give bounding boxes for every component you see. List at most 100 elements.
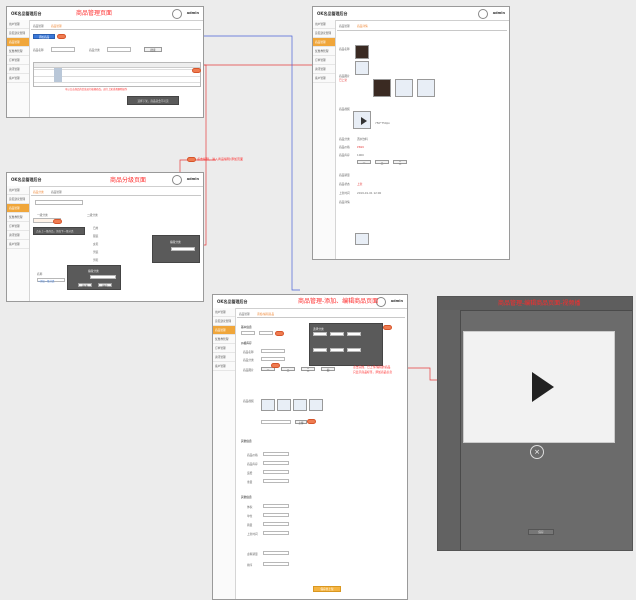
edit-category-popup: 编辑分类 [152, 235, 200, 263]
sidebar-item[interactable]: 优惠券管理 [7, 47, 29, 56]
sidebar-item[interactable]: 意见建议管理 [7, 29, 29, 38]
sidebar-item[interactable]: 优惠券管理 [7, 213, 29, 222]
sidebar-item[interactable]: 订单管理 [7, 222, 29, 231]
category-select-2[interactable] [259, 331, 273, 335]
sidebar-item[interactable]: 订单管理 [213, 344, 235, 353]
sidebar-item-active[interactable]: 商品管理 [7, 38, 29, 47]
image-placeholder-icon[interactable] [309, 399, 323, 411]
unit-input[interactable] [263, 513, 289, 517]
popup-name-input[interactable] [171, 247, 195, 251]
tag-button[interactable]: 二 [375, 160, 389, 165]
popup-option[interactable] [313, 348, 327, 352]
sidebar-item[interactable]: 客户管理 [7, 240, 29, 249]
add-first-level-button[interactable]: +添加一级分类 [37, 278, 65, 283]
sidebar-item[interactable]: 资讯管理 [313, 65, 335, 74]
category-select-1[interactable] [241, 331, 255, 335]
sidebar-item[interactable]: 优惠券管理 [213, 335, 235, 344]
popup-option[interactable] [347, 332, 361, 336]
stock-input[interactable] [263, 461, 289, 465]
filter-name-input[interactable] [51, 47, 75, 52]
category-name: 服装 [93, 234, 99, 238]
freight-input[interactable] [263, 470, 289, 474]
window-product-detail: OK名品管理后台 admin 用户管理 意见建议管理 商品管理 优惠券管理 订单… [312, 6, 510, 260]
sidebar-item[interactable]: 客户管理 [7, 74, 29, 83]
sidebar-item-active[interactable]: 商品管理 [213, 326, 235, 335]
field-label: 虚拟销量 [247, 552, 258, 556]
category-name: 日用 [93, 226, 99, 230]
sidebar-item[interactable]: 用户管理 [313, 20, 335, 29]
sidebar-item[interactable]: 订单管理 [7, 56, 29, 65]
avatar-icon [172, 9, 182, 19]
image-placeholder-icon [417, 79, 435, 97]
weight-input[interactable] [263, 479, 289, 483]
sidebar-item[interactable]: 用户管理 [7, 20, 29, 29]
upload-button[interactable]: 上传 [295, 420, 307, 425]
sidebar-item[interactable]: 资讯管理 [7, 65, 29, 74]
sales-input[interactable] [263, 522, 289, 526]
play-icon[interactable] [464, 332, 614, 442]
field-label: 单位 [247, 514, 253, 518]
tag-button[interactable]: 一 [357, 160, 371, 165]
screen-title-category: 商品分级页面 [110, 177, 147, 184]
image-placeholder-icon[interactable] [261, 399, 275, 411]
sidebar-item[interactable]: 订单管理 [313, 56, 335, 65]
search-input[interactable] [35, 200, 83, 205]
category-input[interactable] [261, 357, 285, 361]
video-thumbnail[interactable] [353, 111, 371, 129]
tag-button[interactable]: 四 [321, 367, 335, 372]
sidebar-item[interactable]: 意见建议管理 [7, 195, 29, 204]
save-button[interactable]: 保存 [528, 529, 554, 535]
virtual-sales-input[interactable] [263, 551, 289, 555]
volume-input[interactable] [263, 504, 289, 508]
filter-label-name: 商品名称 [33, 48, 44, 52]
time-input[interactable] [263, 531, 289, 535]
popup-option[interactable] [330, 332, 344, 336]
sidebar-item[interactable]: 客户管理 [213, 362, 235, 371]
field-label: 商品名称 [339, 47, 350, 51]
tab-active[interactable]: 商品管理 [51, 24, 62, 28]
name-input[interactable] [261, 349, 285, 353]
popup-input[interactable] [90, 275, 116, 279]
breadcrumb-root[interactable]: 商品管理 [339, 24, 350, 28]
tag-button[interactable]: 三 [393, 160, 407, 165]
field-value: 2019-01-01 12:00 [357, 191, 382, 195]
filter-category-select[interactable] [107, 47, 131, 52]
breadcrumb-root[interactable]: 商品管理 [239, 312, 250, 316]
close-icon[interactable]: × [530, 445, 544, 459]
add-product-button[interactable]: 添加商品 [33, 34, 55, 39]
price-input[interactable] [263, 452, 289, 456]
popup-title: 编辑分类 [88, 269, 99, 273]
tab-category[interactable]: 商品分类 [33, 190, 44, 194]
divider [31, 195, 201, 196]
edit-badge [192, 68, 201, 73]
upload-input[interactable] [261, 420, 291, 424]
divider [337, 30, 507, 31]
sidebar-item[interactable]: 资讯管理 [213, 353, 235, 362]
image-placeholder-icon[interactable] [277, 399, 291, 411]
video-player[interactable] [463, 331, 615, 443]
popup-option[interactable] [347, 348, 361, 352]
sidebar-item[interactable]: 优惠券管理 [313, 47, 335, 56]
field-label: 商品库存 [247, 462, 258, 466]
popup-option[interactable] [313, 332, 327, 336]
popup-cancel-button[interactable]: 取消 [78, 283, 92, 288]
sidebar-item-active[interactable]: 商品管理 [313, 38, 335, 47]
sort-input[interactable] [263, 562, 289, 566]
sidebar-item-active[interactable]: 商品管理 [7, 204, 29, 213]
sidebar-item[interactable]: 意见建议管理 [313, 29, 335, 38]
sidebar-item[interactable]: 资讯管理 [7, 231, 29, 240]
tab-products[interactable]: 商品管理 [51, 190, 62, 194]
product-image [355, 61, 369, 75]
popup-confirm-button[interactable]: 确定 [98, 283, 112, 288]
search-button[interactable]: 搜索 [144, 47, 162, 52]
sidebar-item[interactable]: 用户管理 [7, 186, 29, 195]
sidebar-item[interactable]: 客户管理 [313, 74, 335, 83]
save-publish-button[interactable]: 保存并上架 [313, 586, 341, 592]
sidebar-item[interactable]: 用户管理 [213, 308, 235, 317]
sidebar-item[interactable]: 意见建议管理 [213, 317, 235, 326]
play-icon [361, 117, 367, 125]
tag-button[interactable]: 三 [301, 367, 315, 372]
image-placeholder-icon[interactable] [293, 399, 307, 411]
popup-option[interactable] [330, 348, 344, 352]
tag-button[interactable]: 二 [281, 367, 295, 372]
